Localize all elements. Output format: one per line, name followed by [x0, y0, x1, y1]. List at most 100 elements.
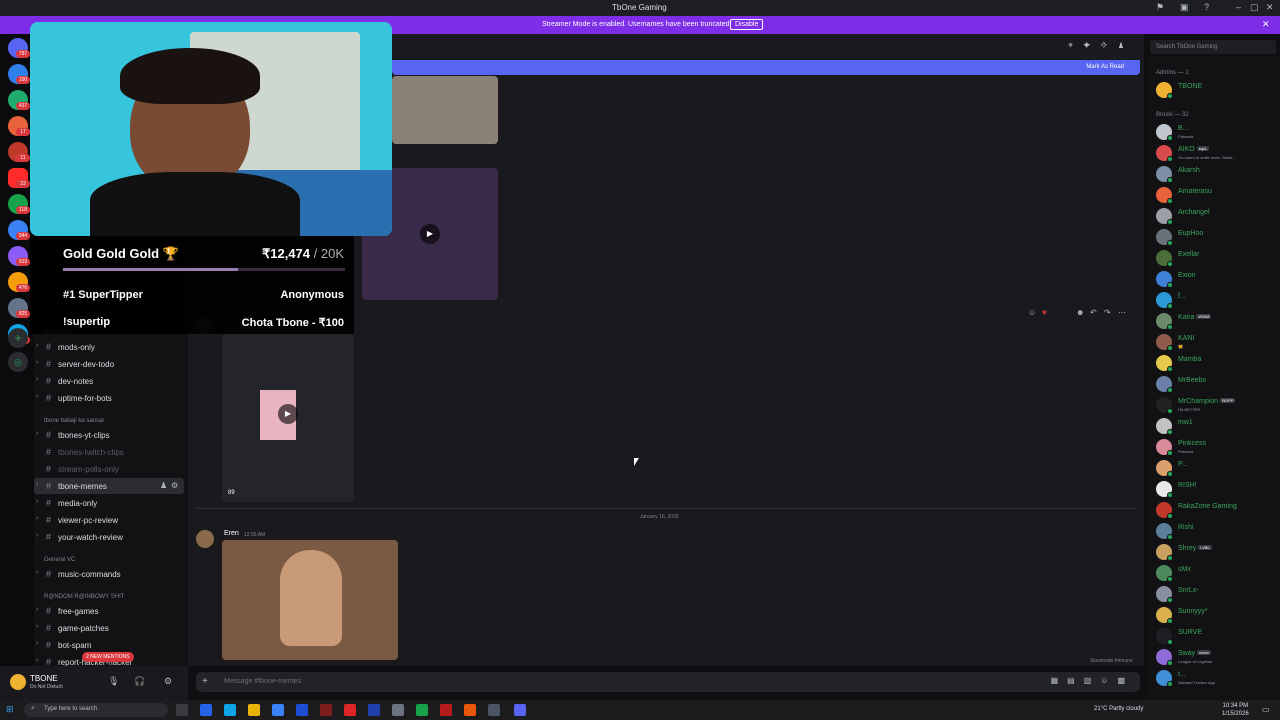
member-item[interactable]: P...: [1156, 458, 1280, 478]
microphone-icon[interactable]: 🎙: [108, 676, 119, 687]
member-item[interactable]: Mamba: [1156, 353, 1280, 373]
channel-mods-only[interactable]: › # mods-only: [34, 339, 184, 355]
channel-dev-notes[interactable]: › # dev-notes: [34, 373, 184, 389]
member-item[interactable]: Exion: [1156, 269, 1280, 289]
member-item[interactable]: f...: [1156, 290, 1280, 310]
add-attachment-icon[interactable]: +: [202, 676, 208, 687]
close-window-button[interactable]: ✕: [1266, 2, 1274, 13]
member-list-icon[interactable]: ♟: [1117, 40, 1124, 50]
member-item[interactable]: RakaZone Gaming: [1156, 500, 1280, 520]
channel-tbone-memes[interactable]: › # tbone-memes ♟ ⚙: [34, 478, 184, 494]
gear-icon[interactable]: ⚙: [164, 676, 172, 687]
help-icon[interactable]: ?: [1204, 2, 1209, 12]
channel-music-commands[interactable]: › # music-commands: [34, 566, 184, 582]
search-input[interactable]: Search TbOne Gaming: [1150, 40, 1276, 54]
play-icon[interactable]: ▶: [278, 404, 298, 424]
member-item[interactable]: mw1: [1156, 416, 1280, 436]
store-icon[interactable]: [272, 704, 284, 716]
member-item[interactable]: Amaterasu: [1156, 185, 1280, 205]
app-icon[interactable]: [344, 704, 356, 716]
member-item[interactable]: KANI 🐱: [1156, 332, 1280, 352]
app-icon[interactable]: [320, 704, 332, 716]
brave-icon[interactable]: [464, 704, 476, 716]
member-item[interactable]: t... Valorant Tracker App: [1156, 668, 1280, 688]
heart-icon[interactable]: ♥: [1042, 308, 1047, 317]
channel-media-only[interactable]: › # media-only: [34, 495, 184, 511]
member-item[interactable]: MrBeebs: [1156, 374, 1280, 394]
pin-icon[interactable]: ⚑: [1156, 2, 1164, 13]
member-item[interactable]: Sway moco League of Legends: [1156, 647, 1280, 667]
task-view-icon[interactable]: [176, 704, 188, 716]
member-item[interactable]: RISH!: [1156, 479, 1280, 499]
edge-icon[interactable]: [224, 704, 236, 716]
mark-as-read-button[interactable]: Mark As Read: [1086, 64, 1124, 70]
threads-icon[interactable]: ⌖: [1068, 40, 1073, 50]
gear-icon[interactable]: ⚙: [171, 481, 178, 490]
discord-icon[interactable]: [514, 704, 526, 716]
apps-icon[interactable]: ▩: [1117, 676, 1134, 685]
channel-uptime-for-bots[interactable]: › # uptime-for-bots: [34, 390, 184, 406]
member-item[interactable]: sMx: [1156, 563, 1280, 583]
new-mentions-pill[interactable]: 2 NEW MENTIONS: [82, 652, 134, 662]
message-composer[interactable]: + Message #tbone-memes ▦▤▧☺▩: [196, 672, 1140, 692]
category-general-vc[interactable]: General VC: [44, 557, 75, 563]
video-attachment[interactable]: [392, 76, 498, 144]
more-icon[interactable]: ⋯: [1118, 308, 1126, 317]
member-item[interactable]: MrChampion RGPP I'M BETTER: [1156, 395, 1280, 415]
channel-stream-polls-only[interactable]: # stream-polls-only: [34, 461, 184, 477]
banner-close-icon[interactable]: ✕: [1262, 19, 1270, 30]
channel-bot-spam[interactable]: › # bot-spam: [34, 637, 184, 653]
emoji-icon[interactable]: ☺: [1100, 676, 1117, 685]
reply-icon[interactable]: ↶: [1090, 308, 1097, 317]
maximize-button[interactable]: ▢: [1250, 2, 1259, 13]
pin-icon[interactable]: ✧: [1100, 40, 1107, 50]
member-item[interactable]: Kaira WWM: [1156, 311, 1280, 331]
sticker-icon[interactable]: ▧: [1084, 676, 1101, 685]
member-item[interactable]: SnrLx-: [1156, 584, 1280, 604]
mute-icon[interactable]: ✦: [1083, 40, 1090, 50]
channel-your-watch-review[interactable]: › # your-watch-review: [34, 529, 184, 545]
member-item[interactable]: EupHoo: [1156, 227, 1280, 247]
channel-tbones-twitch-clips[interactable]: # tbones-twitch-clips: [34, 444, 184, 460]
member-item[interactable]: SURVE: [1156, 626, 1280, 646]
channel-game-patches[interactable]: › # game-patches: [34, 620, 184, 636]
gift-icon[interactable]: ▦: [1051, 676, 1068, 685]
member-item[interactable]: AIKO sqcL You need to smile more. Smile...: [1156, 143, 1280, 163]
member-item[interactable]: Rishi: [1156, 521, 1280, 541]
member-item[interactable]: Shrey LVBL: [1156, 542, 1280, 562]
member-item[interactable]: B... Palworld: [1156, 122, 1280, 142]
disable-button[interactable]: Disable: [730, 19, 764, 30]
mail-icon[interactable]: [296, 704, 308, 716]
category-random[interactable]: R@NDOM R@INBOWY SH!T: [44, 594, 124, 600]
channel-tbones-yt-clips[interactable]: › # tbones-yt-clips: [34, 427, 184, 443]
member-item[interactable]: Archangel: [1156, 206, 1280, 226]
headphones-icon[interactable]: 🎧: [134, 676, 145, 687]
app-icon[interactable]: [488, 704, 500, 716]
emoji-icon[interactable]: ☺: [1028, 308, 1036, 317]
forward-icon[interactable]: ↷: [1104, 308, 1111, 317]
avatar[interactable]: [10, 674, 26, 690]
message-author[interactable]: Eren: [224, 530, 239, 537]
category-sansar[interactable]: tbone babaji ka sansar: [44, 418, 104, 424]
member-item[interactable]: Sunnyyy*: [1156, 605, 1280, 625]
notification-icon[interactable]: ▭: [1262, 705, 1270, 714]
minimize-button[interactable]: –: [1236, 2, 1241, 12]
member-item[interactable]: TBONE: [1156, 80, 1280, 100]
explore-icon[interactable]: ◎: [8, 352, 28, 372]
add-server-icon[interactable]: +: [8, 328, 28, 348]
app-icon[interactable]: [368, 704, 380, 716]
image-attachment[interactable]: [222, 540, 398, 660]
member-item[interactable]: Akarsh: [1156, 164, 1280, 184]
video-attachment[interactable]: ▶ 89: [222, 334, 354, 502]
channel-viewer-pc-review[interactable]: › # viewer-pc-review: [34, 512, 184, 528]
unread-bar[interactable]: Mark As Read: [392, 60, 1140, 75]
channel-server-dev-todo[interactable]: › # server-dev-todo: [34, 356, 184, 372]
taskbar-search-input[interactable]: ⌕ Type here to search: [24, 703, 168, 717]
windows-start-icon[interactable]: ⊞: [6, 704, 14, 715]
weather-widget[interactable]: 21°C Partly cloudy: [1094, 706, 1143, 712]
avatar[interactable]: [196, 530, 214, 548]
member-item[interactable]: Exellar: [1156, 248, 1280, 268]
chrome-icon[interactable]: [416, 704, 428, 716]
play-icon[interactable]: ▶: [420, 224, 440, 244]
app-icon[interactable]: [392, 704, 404, 716]
